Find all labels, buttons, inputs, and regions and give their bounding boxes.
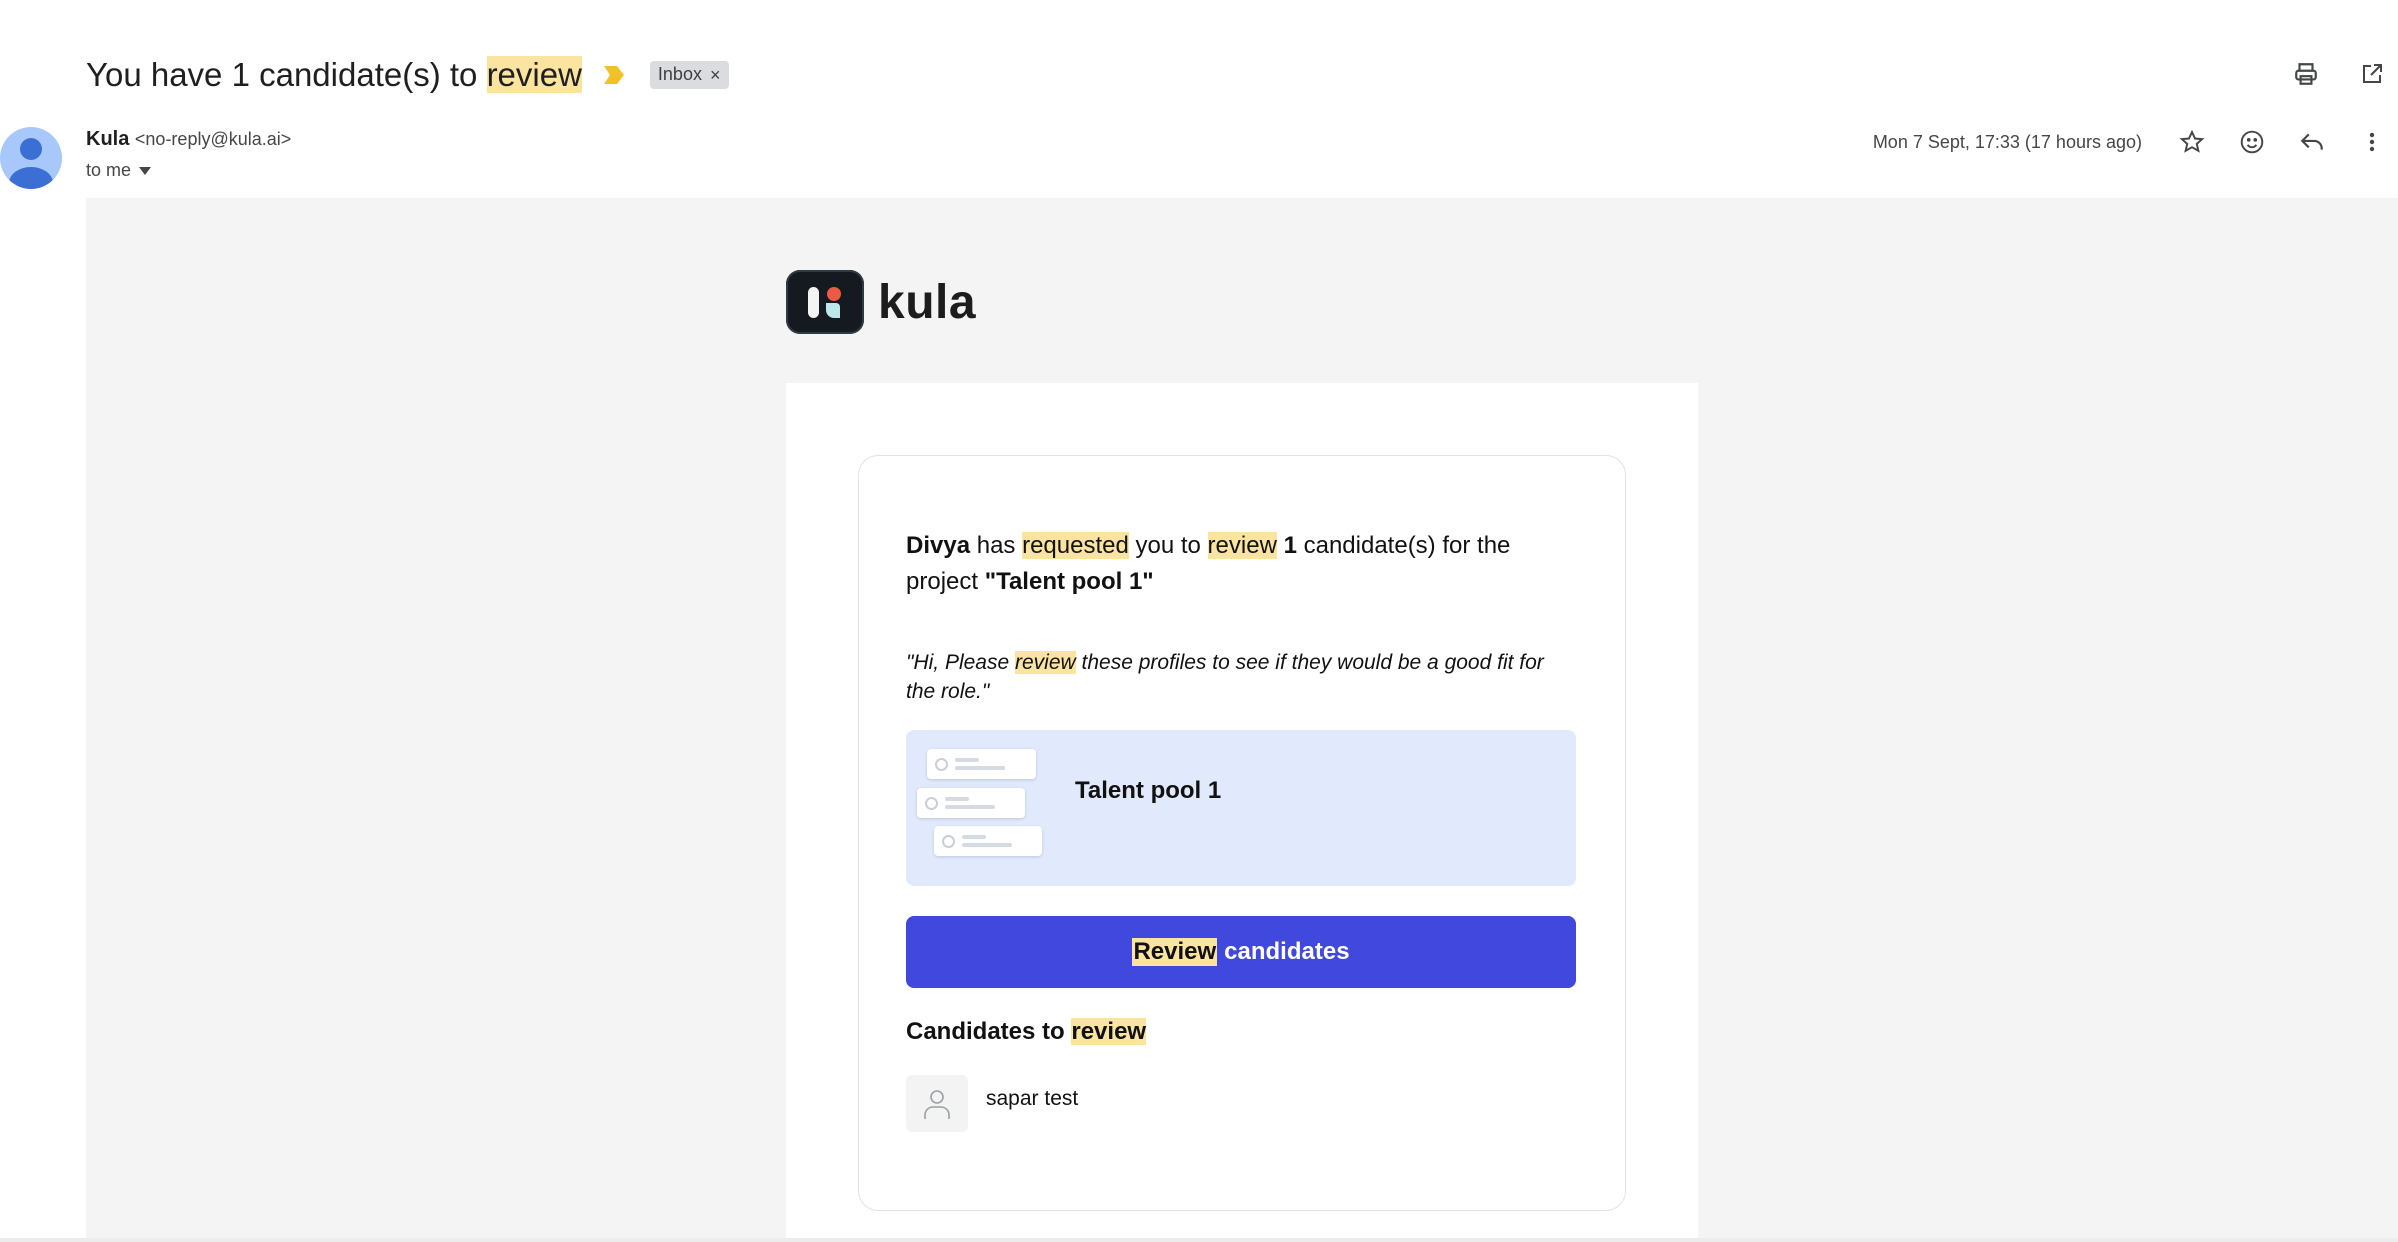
review-candidates-button[interactable]: Review candidates: [906, 916, 1576, 988]
project-card[interactable]: [906, 730, 1576, 886]
emoji-reaction-icon[interactable]: [2236, 126, 2268, 158]
email-subject: You have 1 candidate(s) to review: [86, 56, 582, 94]
remove-label-icon[interactable]: ×: [710, 66, 721, 84]
user-icon: [924, 1089, 950, 1119]
kula-logo-mark: [786, 270, 864, 334]
candidate-name[interactable]: sapar test: [986, 1087, 1078, 1111]
highlight-review: review: [1207, 532, 1277, 559]
message-date: Mon 7 Sept, 17:33 (17 hours ago): [1872, 131, 2142, 152]
intro-text: [1277, 532, 1284, 559]
print-icon[interactable]: [2290, 58, 2322, 90]
subject-text: You have 1 candidate(s) to: [86, 56, 487, 93]
recipient-text: to me: [86, 160, 132, 180]
reply-icon[interactable]: [2296, 126, 2328, 158]
cta-text: candidates: [1224, 938, 1350, 965]
profile-card-illustration: [927, 749, 1036, 779]
kula-logo-text: kula: [878, 275, 977, 329]
highlight-requested: requested: [1022, 532, 1129, 559]
open-in-new-window-icon[interactable]: [2356, 58, 2388, 90]
recipient-details[interactable]: to me: [86, 160, 152, 181]
importance-marker-icon[interactable]: [603, 66, 624, 84]
inbox-label: Inbox: [657, 64, 702, 84]
inbox-label-chip: Inbox ×: [649, 61, 730, 89]
profile-card-illustration: [934, 826, 1042, 856]
candidate-avatar[interactable]: [906, 1075, 968, 1132]
sender-email: <no-reply@kula.ai>: [134, 129, 292, 149]
subject-highlight: review: [486, 56, 582, 93]
cta-highlight: Review: [1132, 938, 1218, 966]
bottom-divider: [0, 1238, 2398, 1242]
heading-text: Candidates to: [906, 1018, 1072, 1045]
highlight-review: review: [1015, 651, 1076, 674]
star-icon[interactable]: [2176, 126, 2208, 158]
profile-card-illustration: [917, 788, 1025, 818]
project-name: "Talent pool 1": [984, 568, 1154, 595]
subject-actions: [2290, 58, 2388, 90]
message-actions: Mon 7 Sept, 17:33 (17 hours ago): [1873, 126, 2388, 158]
quote-text: "Hi, Please: [906, 651, 1015, 674]
project-card-title[interactable]: Talent pool 1: [1075, 777, 1221, 805]
candidates-heading: Candidates to review: [906, 1018, 1147, 1046]
candidate-count: 1: [1283, 532, 1297, 559]
requester-name: Divya: [906, 532, 971, 559]
request-message: "Hi, Please review these profiles to see…: [906, 648, 1576, 706]
request-intro: Divya has requested you to review 1 cand…: [906, 528, 1546, 600]
sender-info: Kula <no-reply@kula.ai>: [86, 128, 291, 151]
highlight-review: review: [1071, 1018, 1147, 1045]
intro-text: you to: [1128, 532, 1208, 559]
kula-logo[interactable]: kula: [786, 270, 976, 334]
sender-avatar[interactable]: [0, 127, 62, 189]
sender-name[interactable]: Kula: [86, 128, 129, 150]
subject-row: You have 1 candidate(s) to review Inbox …: [86, 48, 730, 102]
chevron-down-icon[interactable]: [139, 166, 152, 175]
more-options-icon[interactable]: [2356, 126, 2388, 158]
intro-text: has: [970, 532, 1023, 559]
